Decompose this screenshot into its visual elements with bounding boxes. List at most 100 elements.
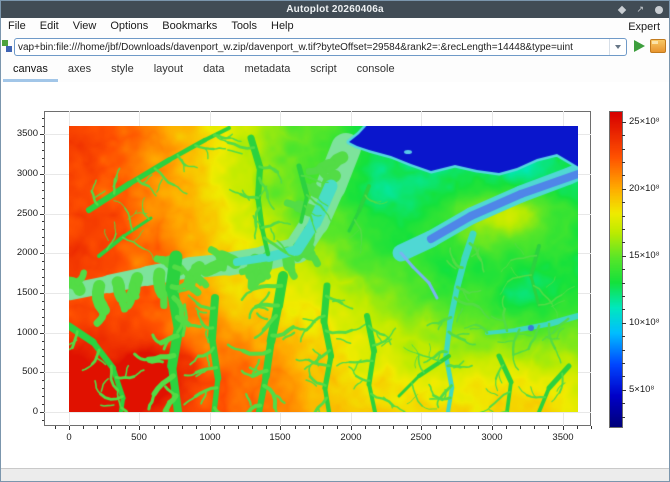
tab-script[interactable]: script xyxy=(300,60,346,82)
x-major-tick xyxy=(139,426,140,430)
colorbar-minor-tick xyxy=(622,336,625,337)
menu-item-file[interactable]: File xyxy=(1,18,33,35)
menu-items: FileEditViewOptionsBookmarksToolsHelp xyxy=(1,18,301,35)
menu-item-tools[interactable]: Tools xyxy=(224,18,264,35)
x-tick-label: 3000 xyxy=(470,432,514,443)
inspect-uri-button[interactable] xyxy=(649,38,667,56)
x-minor-tick xyxy=(365,426,366,429)
colorbar-minor-tick xyxy=(622,202,625,203)
colorbar-minor-tick xyxy=(622,283,625,284)
y-major-tick xyxy=(40,333,44,334)
menu-item-edit[interactable]: Edit xyxy=(33,18,66,35)
y-tick-label: 2000 xyxy=(2,247,38,258)
colorbar-minor-tick xyxy=(622,242,625,243)
y-major-tick xyxy=(40,293,44,294)
y-minor-tick xyxy=(42,221,45,222)
x-minor-tick xyxy=(97,426,98,429)
colorbar-minor-tick xyxy=(622,417,625,418)
dropdown-arrow-icon[interactable] xyxy=(609,39,626,55)
colorbar-minor-tick xyxy=(622,376,625,377)
x-minor-tick xyxy=(464,426,465,429)
tab-console[interactable]: console xyxy=(347,60,405,82)
titlebar[interactable]: Autoplot 20260406a ↗ xyxy=(1,1,669,18)
y-minor-tick xyxy=(42,237,45,238)
x-minor-tick xyxy=(407,426,408,429)
menu-item-help[interactable]: Help xyxy=(264,18,301,35)
tab-metadata[interactable]: metadata xyxy=(235,60,301,82)
colorbar-minor-tick xyxy=(622,229,625,230)
x-major-tick xyxy=(492,426,493,430)
x-tick-label: 500 xyxy=(117,432,161,443)
colorbar-minor-tick xyxy=(622,350,625,351)
x-minor-tick xyxy=(393,426,394,429)
tab-data[interactable]: data xyxy=(193,60,234,82)
uri-input[interactable] xyxy=(15,42,609,53)
y-minor-tick xyxy=(42,198,45,199)
address-bar xyxy=(1,35,669,59)
y-minor-tick xyxy=(42,317,45,318)
autoplot-window: Autoplot 20260406a ↗ FileEditViewOptions… xyxy=(0,0,670,482)
y-tick-label: 2500 xyxy=(2,208,38,219)
colorbar[interactable] xyxy=(609,111,623,428)
y-minor-tick xyxy=(42,285,45,286)
menu-item-bookmarks[interactable]: Bookmarks xyxy=(155,18,224,35)
tab-canvas[interactable]: canvas xyxy=(3,60,58,82)
y-major-tick xyxy=(40,372,44,373)
x-minor-tick xyxy=(548,426,549,429)
x-minor-tick xyxy=(55,426,56,429)
window-title: Autoplot 20260406a xyxy=(286,4,384,15)
keep-above-icon[interactable] xyxy=(618,5,626,13)
colorbar-major-tick xyxy=(622,390,626,391)
tab-layout[interactable]: layout xyxy=(144,60,193,82)
y-tick-label: 1000 xyxy=(2,327,38,338)
y-minor-tick xyxy=(42,325,45,326)
y-major-tick xyxy=(40,253,44,254)
menubar: FileEditViewOptionsBookmarksToolsHelp Ex… xyxy=(1,18,669,35)
colorbar-minor-tick xyxy=(622,309,625,310)
x-minor-tick xyxy=(224,426,225,429)
x-minor-tick xyxy=(196,426,197,429)
y-minor-tick xyxy=(42,150,45,151)
x-tick-label: 2000 xyxy=(329,432,373,443)
x-major-tick xyxy=(69,426,70,430)
y-tick-label: 3500 xyxy=(2,128,38,139)
y-minor-tick xyxy=(42,396,45,397)
go-button[interactable] xyxy=(630,38,648,56)
y-minor-tick xyxy=(42,182,45,183)
heatmap-raster[interactable] xyxy=(69,126,578,412)
colorbar-major-tick xyxy=(622,323,626,324)
window-menu-icon[interactable] xyxy=(655,6,663,14)
y-major-tick xyxy=(40,134,44,135)
maximize-icon[interactable]: ↗ xyxy=(636,5,644,14)
y-minor-tick xyxy=(42,349,45,350)
y-minor-tick xyxy=(42,309,45,310)
colorbar-major-tick xyxy=(622,122,626,123)
datasource-type-icon xyxy=(2,40,13,53)
x-minor-tick xyxy=(478,426,479,429)
uri-combobox[interactable] xyxy=(14,38,627,56)
play-icon xyxy=(634,40,645,52)
window-controls: ↗ xyxy=(619,1,663,18)
colorbar-minor-tick xyxy=(622,403,625,404)
x-major-tick xyxy=(351,426,352,430)
y-minor-tick xyxy=(42,301,45,302)
x-minor-tick xyxy=(238,426,239,429)
menu-item-options[interactable]: Options xyxy=(103,18,155,35)
x-minor-tick xyxy=(83,426,84,429)
x-minor-tick xyxy=(520,426,521,429)
x-minor-tick xyxy=(182,426,183,429)
y-minor-tick xyxy=(42,364,45,365)
y-major-tick xyxy=(40,412,44,413)
tab-axes[interactable]: axes xyxy=(58,60,101,82)
tab-style[interactable]: style xyxy=(101,60,144,82)
x-tick-label: 2500 xyxy=(399,432,443,443)
menu-item-view[interactable]: View xyxy=(66,18,104,35)
expert-mode-label[interactable]: Expert xyxy=(628,21,669,33)
x-minor-tick xyxy=(295,426,296,429)
x-minor-tick xyxy=(591,426,592,429)
x-minor-tick xyxy=(337,426,338,429)
x-major-tick xyxy=(210,426,211,430)
y-minor-tick xyxy=(42,206,45,207)
y-minor-tick xyxy=(42,190,45,191)
y-minor-tick xyxy=(42,142,45,143)
